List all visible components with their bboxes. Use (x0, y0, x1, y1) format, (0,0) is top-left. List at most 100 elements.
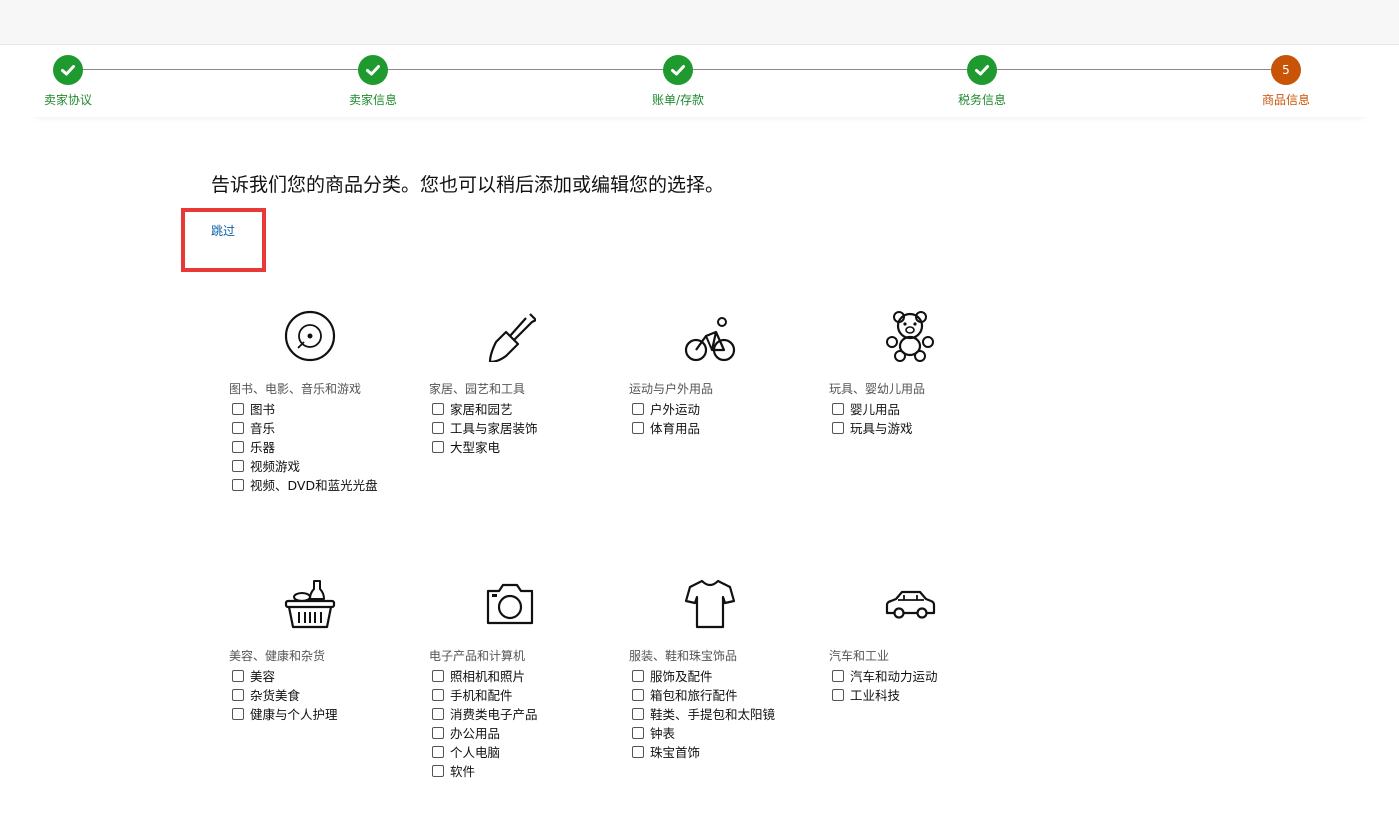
grocery-basket-icon (284, 580, 336, 629)
category-option[interactable]: 鞋类、手提包和太阳镜 (629, 704, 829, 723)
checkbox[interactable] (232, 478, 244, 491)
category-title: 汽车和工业 (829, 649, 890, 663)
checkbox[interactable] (832, 688, 844, 701)
cyclist-icon (684, 317, 736, 362)
checkbox[interactable] (632, 707, 644, 720)
step-label: 卖家信息 (348, 93, 397, 107)
checkbox[interactable] (232, 669, 244, 682)
category-option[interactable]: 钟表 (629, 723, 829, 742)
checkbox[interactable] (232, 440, 244, 453)
category-option[interactable]: 箱包和旅行配件 (629, 685, 829, 704)
category-option[interactable]: 手机和配件 (429, 685, 629, 704)
category-option[interactable]: 珠宝首饰 (629, 742, 829, 761)
checkbox[interactable] (832, 421, 844, 434)
category-title: 玩具、婴幼儿用品 (829, 382, 926, 396)
checkbox[interactable] (432, 402, 444, 415)
category-option[interactable]: 软件 (429, 761, 629, 780)
category-option[interactable]: 体育用品 (629, 418, 829, 437)
category-option[interactable]: 音乐 (229, 418, 429, 437)
checkbox[interactable] (632, 745, 644, 758)
teddy-bear-icon (886, 311, 934, 362)
category-option[interactable]: 婴儿用品 (829, 399, 1029, 418)
highlight-box (181, 208, 266, 272)
step-label: 账单/存款 (651, 93, 705, 107)
checkbox[interactable] (232, 459, 244, 472)
checkbox[interactable] (832, 669, 844, 682)
category-option[interactable]: 视频、DVD和蓝光光盘 (229, 475, 429, 494)
checkbox[interactable] (432, 421, 444, 434)
step-1: 卖家协议 (8, 55, 128, 108)
checkbox[interactable] (832, 402, 844, 415)
category-option[interactable]: 大型家电 (429, 437, 629, 456)
checkbox[interactable] (432, 669, 444, 682)
check-icon (53, 55, 83, 85)
shovel-icon (488, 313, 536, 362)
progress-stepper: 卖家协议 卖家信息 账单/存款 税务信息 5 商品信息 (30, 45, 1370, 117)
check-icon (967, 55, 997, 85)
checkbox[interactable] (432, 764, 444, 777)
category-option[interactable]: 视频游戏 (229, 456, 429, 475)
checkbox[interactable] (432, 440, 444, 453)
category-option[interactable]: 工业科技 (829, 685, 1029, 704)
category-home-garden: 家居、园艺和工具 家居和园艺 工具与家居装饰 大型家电 (429, 310, 629, 456)
category-title: 服装、鞋和珠宝饰品 (629, 649, 738, 663)
checkbox[interactable] (432, 726, 444, 739)
step-label: 商品信息 (1261, 93, 1310, 107)
checkbox[interactable] (232, 421, 244, 434)
camera-icon (486, 583, 534, 625)
checkbox[interactable] (432, 688, 444, 701)
category-title: 运动与户外用品 (629, 382, 714, 396)
category-option[interactable]: 办公用品 (429, 723, 629, 742)
category-beauty-health: 美容、健康和杂货 美容 杂货美食 健康与个人护理 (229, 577, 429, 723)
skip-link[interactable]: 跳过 (211, 222, 235, 239)
category-title: 图书、电影、音乐和游戏 (229, 382, 362, 396)
category-option[interactable]: 美容 (229, 666, 429, 685)
category-option[interactable]: 家居和园艺 (429, 399, 629, 418)
top-bar (0, 0, 1399, 45)
step-number: 5 (1271, 55, 1301, 85)
step-label: 税务信息 (957, 93, 1006, 107)
check-icon (663, 55, 693, 85)
category-option[interactable]: 工具与家居装饰 (429, 418, 629, 437)
check-icon (358, 55, 388, 85)
category-option[interactable]: 消费类电子产品 (429, 704, 629, 723)
category-option[interactable]: 图书 (229, 399, 429, 418)
checkbox[interactable] (232, 688, 244, 701)
category-option[interactable]: 杂货美食 (229, 685, 429, 704)
category-title: 电子产品和计算机 (429, 649, 526, 663)
step-4: 税务信息 (922, 55, 1042, 108)
step-label: 卖家协议 (43, 93, 92, 107)
category-title: 家居、园艺和工具 (429, 382, 526, 396)
category-option[interactable]: 服饰及配件 (629, 666, 829, 685)
category-option[interactable]: 乐器 (229, 437, 429, 456)
category-toys-baby: 玩具、婴幼儿用品 婴儿用品 玩具与游戏 (829, 310, 1029, 437)
car-icon (885, 590, 936, 619)
checkbox[interactable] (232, 707, 244, 720)
category-option[interactable]: 个人电脑 (429, 742, 629, 761)
category-electronics: 电子产品和计算机 照相机和照片 手机和配件 消费类电子产品 办公用品 个人电脑 … (429, 577, 629, 780)
page-heading: 告诉我们您的商品分类。您也可以稍后添加或编辑您的选择。 (211, 174, 725, 196)
disc-icon (284, 310, 336, 362)
category-title: 美容、健康和杂货 (229, 649, 326, 663)
category-option[interactable]: 户外运动 (629, 399, 829, 418)
category-sports-outdoors: 运动与户外用品 户外运动 体育用品 (629, 310, 829, 437)
category-books-media: 图书、电影、音乐和游戏 图书 音乐 乐器 视频游戏 视频、DVD和蓝光光盘 (229, 310, 429, 494)
category-auto-industrial: 汽车和工业 汽车和动力运动 工业科技 (829, 577, 1029, 704)
category-option[interactable]: 照相机和照片 (429, 666, 629, 685)
step-2: 卖家信息 (313, 55, 433, 108)
step-5: 5 商品信息 (1226, 55, 1346, 108)
checkbox[interactable] (632, 402, 644, 415)
category-option[interactable]: 健康与个人护理 (229, 704, 429, 723)
checkbox[interactable] (432, 707, 444, 720)
step-3: 账单/存款 (618, 55, 738, 108)
checkbox[interactable] (632, 726, 644, 739)
category-apparel-jewelry: 服装、鞋和珠宝饰品 服饰及配件 箱包和旅行配件 鞋类、手提包和太阳镜 钟表 珠宝… (629, 577, 829, 761)
checkbox[interactable] (232, 402, 244, 415)
tshirt-icon (684, 579, 736, 629)
category-option[interactable]: 汽车和动力运动 (829, 666, 1029, 685)
checkbox[interactable] (632, 669, 644, 682)
category-option[interactable]: 玩具与游戏 (829, 418, 1029, 437)
checkbox[interactable] (632, 421, 644, 434)
checkbox[interactable] (432, 745, 444, 758)
checkbox[interactable] (632, 688, 644, 701)
